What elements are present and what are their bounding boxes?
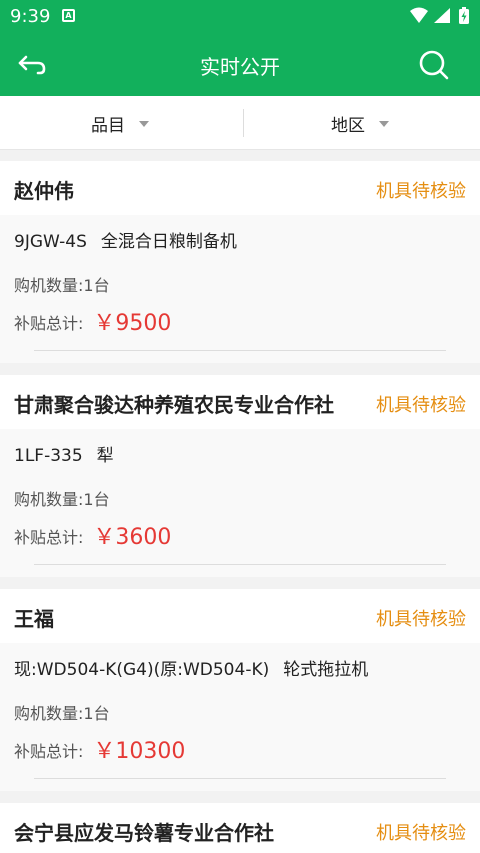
record-card[interactable]: 会宁县应发马铃薯专业合作社 机具待核验 [0,803,480,853]
record-header: 赵仲伟 机具待核验 [0,161,480,215]
wifi-icon [410,7,428,23]
divider [34,778,446,779]
divider [34,564,446,565]
quantity-value: 1台 [83,490,110,509]
status-bar: 9:39 A [0,0,480,32]
record-card[interactable]: 甘肃聚合骏达种养殖农民专业合作社 机具待核验 1LF-335 犁 购机数量: 1台 … [0,375,480,577]
quantity-row: 购机数量: 1台 [14,267,466,305]
record-body: 1LF-335 犁 购机数量: 1台 补贴总计: ￥3600 [0,429,480,577]
product-name: 犁 [96,446,114,466]
machine-model: 9JGW-4S 全混合日粮制备机 [14,229,466,267]
quantity-label: 购机数量: [14,704,84,723]
status-badge: 机具待核验 [376,181,466,202]
record-list: 赵仲伟 机具待核验 9JGW-4S 全混合日粮制备机 购机数量: 1台 补贴总计: ￥… [0,161,480,853]
page-title: 实时公开 [200,55,280,79]
status-badge: 机具待核验 [376,609,466,630]
quantity-label: 购机数量: [14,490,84,509]
buyer-name: 赵仲伟 [14,179,74,203]
product-name: 全混合日粮制备机 [100,232,237,252]
subsidy-amount: ￥10300 [93,739,186,764]
subsidy-label: 补贴总计: [14,528,84,547]
subsidy-amount: ￥9500 [93,311,172,336]
quantity-value: 1台 [83,276,110,295]
status-badge: 机具待核验 [376,395,466,416]
signal-icon [434,8,450,23]
subsidy-amount: ￥3600 [93,525,172,550]
subsidy-row: 补贴总计: ￥9500 [14,305,466,343]
app-bar: 实时公开 [0,32,480,96]
subsidy-row: 补贴总计: ￥10300 [14,733,466,771]
region-filter-label: 地区 [331,115,365,136]
record-header: 王福 机具待核验 [0,589,480,643]
divider [34,350,446,351]
product-name: 轮式拖拉机 [283,660,369,680]
quantity-row: 购机数量: 1台 [14,695,466,733]
status-badge: 机具待核验 [376,823,466,844]
buyer-name: 甘肃聚合骏达种养殖农民专业合作社 [14,393,334,417]
quantity-row: 购机数量: 1台 [14,481,466,519]
category-filter[interactable]: 品目 [0,96,240,150]
region-filter[interactable]: 地区 [240,96,480,150]
model-code: 现:WD504-K(G4)(原:WD504-K) [14,660,270,680]
status-time: 9:39 [10,6,51,27]
record-header: 甘肃聚合骏达种养殖农民专业合作社 机具待核验 [0,375,480,429]
battery-icon [459,7,469,24]
chevron-down-icon [139,121,149,127]
machine-model: 现:WD504-K(G4)(原:WD504-K) 轮式拖拉机 [14,657,466,695]
search-icon[interactable] [418,49,450,81]
subsidy-label: 补贴总计: [14,742,84,761]
app-notification-icon: A [62,9,75,22]
category-filter-label: 品目 [91,115,125,136]
record-card[interactable]: 王福 机具待核验 现:WD504-K(G4)(原:WD504-K) 轮式拖拉机 购… [0,589,480,791]
buyer-name: 王福 [14,607,54,631]
machine-model: 1LF-335 犁 [14,443,466,481]
record-body: 9JGW-4S 全混合日粮制备机 购机数量: 1台 补贴总计: ￥9500 [0,215,480,363]
subsidy-row: 补贴总计: ￥3600 [14,519,466,557]
chevron-down-icon [379,121,389,127]
quantity-label: 购机数量: [14,276,84,295]
model-code: 1LF-335 [14,446,83,466]
buyer-name: 会宁县应发马铃薯专业合作社 [14,821,274,845]
record-card[interactable]: 赵仲伟 机具待核验 9JGW-4S 全混合日粮制备机 购机数量: 1台 补贴总计: ￥… [0,161,480,363]
system-icons [408,6,472,30]
filter-bar: 品目 地区 [0,96,480,150]
subsidy-label: 补贴总计: [14,314,84,333]
record-header: 会宁县应发马铃薯专业合作社 机具待核验 [0,803,480,853]
model-code: 9JGW-4S [14,232,87,252]
record-body: 现:WD504-K(G4)(原:WD504-K) 轮式拖拉机 购机数量: 1台 补贴… [0,643,480,791]
quantity-value: 1台 [83,704,110,723]
